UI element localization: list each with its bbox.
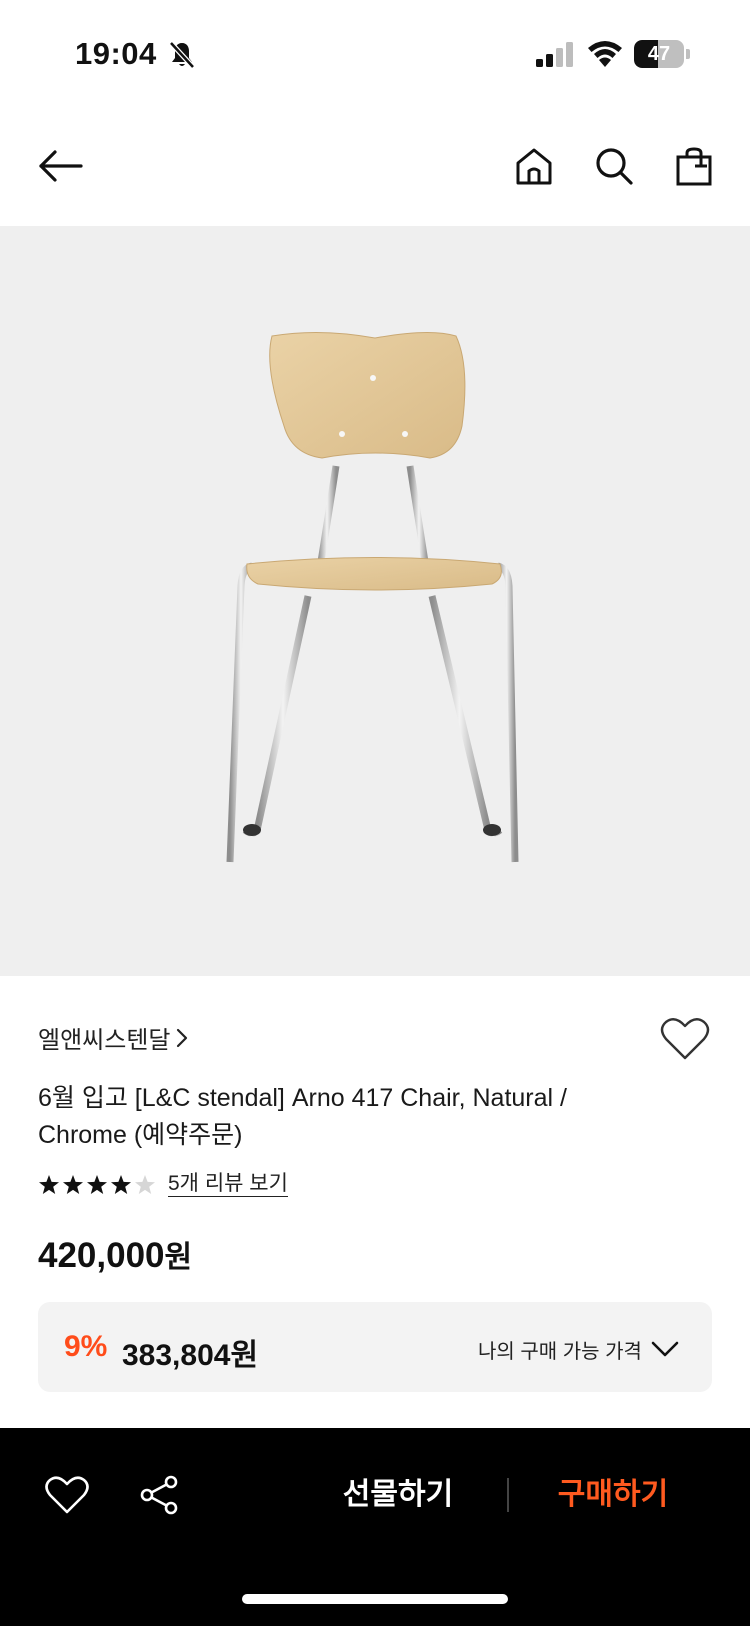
product-price: 420,000원 [38,1232,192,1276]
home-icon [516,148,552,185]
bell-slash-icon [169,41,195,69]
buy-button[interactable]: 구매하기 [533,1472,693,1518]
star-icon [135,1174,155,1194]
price-unit: 원 [164,1241,193,1274]
discount-label: 나의 구매 가능 가격 [478,1341,642,1363]
gift-button[interactable]: 선물하기 [318,1472,478,1518]
bottom-action-bar: 선물하기 구매하기 [0,1428,750,1626]
discount-price: 383,804원 [122,1339,259,1372]
product-image[interactable] [0,226,750,976]
battery-indicator: 47 [634,40,690,68]
shopping-bag-icon [676,147,712,186]
rating-stars [38,1174,156,1196]
star-icon [39,1174,59,1194]
cellular-signal-icon [536,42,573,67]
wishlist-heart-icon[interactable] [660,1016,710,1062]
discount-rate: 9% [64,1330,108,1363]
search-button[interactable] [586,138,642,194]
back-button[interactable] [32,138,88,194]
arrow-left-icon [39,150,83,182]
battery-percent: 47 [647,43,671,65]
wifi-icon [588,41,622,67]
brand-name: 엘앤씨스텐달 [38,1027,171,1054]
chevron-down-icon [651,1341,679,1357]
home-indicator [242,1594,508,1604]
price-value: 420,000 [38,1236,165,1275]
status-bar: 19:04 47 [0,0,750,110]
discount-price-box[interactable]: 9% 383,804원 나의 구매 가능 가격 [38,1302,712,1392]
product-title: 6월 입고 [L&C stendal] Arno 417 Chair, Natu… [38,1084,567,1149]
star-icon [63,1174,83,1194]
star-icon [111,1174,131,1194]
review-link[interactable]: 5개 리뷰 보기 [168,1172,288,1197]
share-button[interactable] [134,1470,184,1520]
star-icon [87,1174,107,1194]
divider [507,1478,509,1512]
wishlist-button[interactable] [42,1470,92,1520]
brand-link[interactable]: 엘앤씨스텐달 [38,1020,188,1055]
chevron-right-icon [177,1028,188,1047]
rating-row: 5개 리뷰 보기 [38,1172,288,1197]
home-button[interactable] [506,138,562,194]
top-nav-bar [0,130,750,210]
status-time: 19:04 [75,36,157,71]
chair-image [226,331,519,863]
share-icon [140,1475,178,1515]
cart-button[interactable] [666,138,722,194]
heart-icon [45,1476,89,1514]
search-icon [596,148,633,185]
